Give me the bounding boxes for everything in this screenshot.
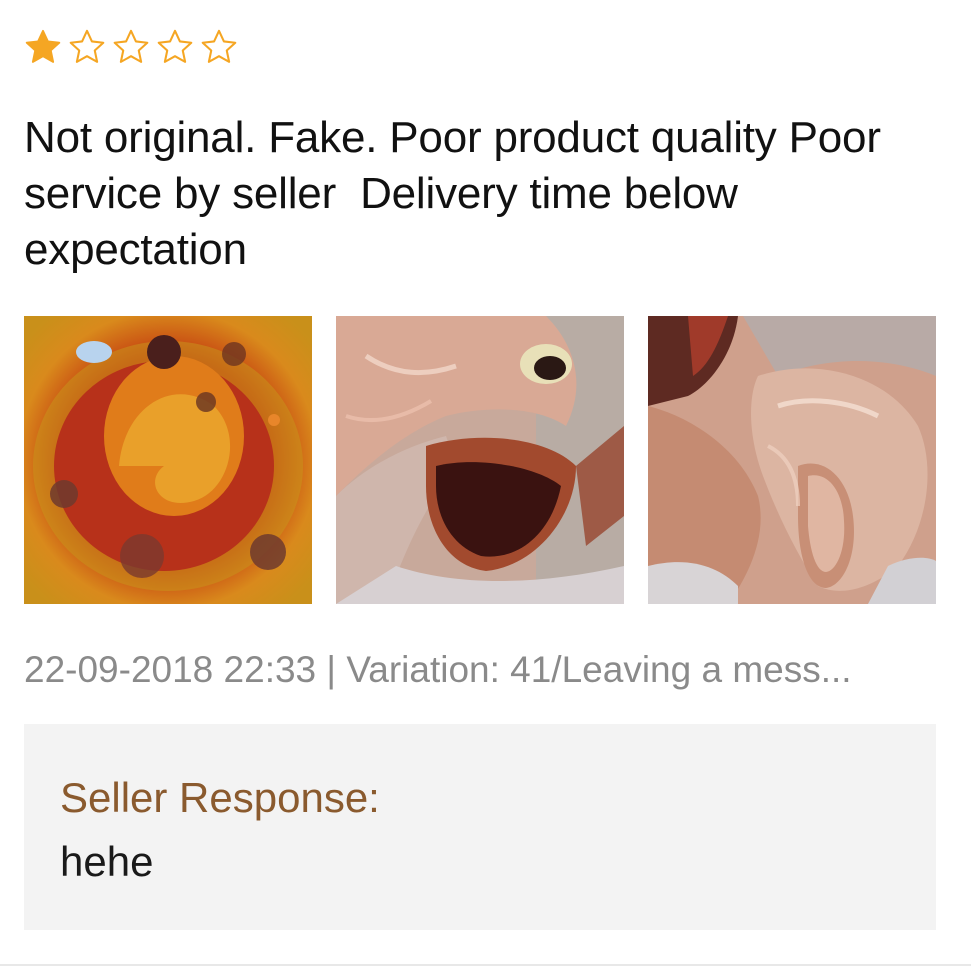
star-rating [24,28,238,66]
star-outline-icon [113,29,149,63]
seller-response-text: hehe [60,838,154,885]
seller-response-label: Seller Response: [60,774,380,821]
review-card: Not original. Fake. Poor product quality… [0,0,971,971]
review-variation: Variation: 41/Leaving a mess... [346,649,852,690]
star-outline-icon [157,29,193,63]
review-photo-1[interactable] [24,316,312,604]
seller-response-box: Seller Response: hehe [24,724,936,930]
review-date: 22-09-2018 22:33 [24,649,317,690]
review-text: Not original. Fake. Poor product quality… [24,113,893,274]
star-filled-icon [25,29,61,63]
photo-thumbnail-3 [648,316,936,604]
divider [0,964,971,966]
review-photos [24,316,936,604]
review-photo-2[interactable] [336,316,624,604]
meta-separator: | [316,649,347,690]
photo-thumbnail-2 [336,316,624,604]
review-meta: 22-09-2018 22:33 | Variation: 41/Leaving… [24,646,954,694]
review-photo-3[interactable] [648,316,936,604]
star-outline-icon [69,29,105,63]
star-outline-icon [201,29,237,63]
photo-thumbnail-1 [24,316,312,604]
